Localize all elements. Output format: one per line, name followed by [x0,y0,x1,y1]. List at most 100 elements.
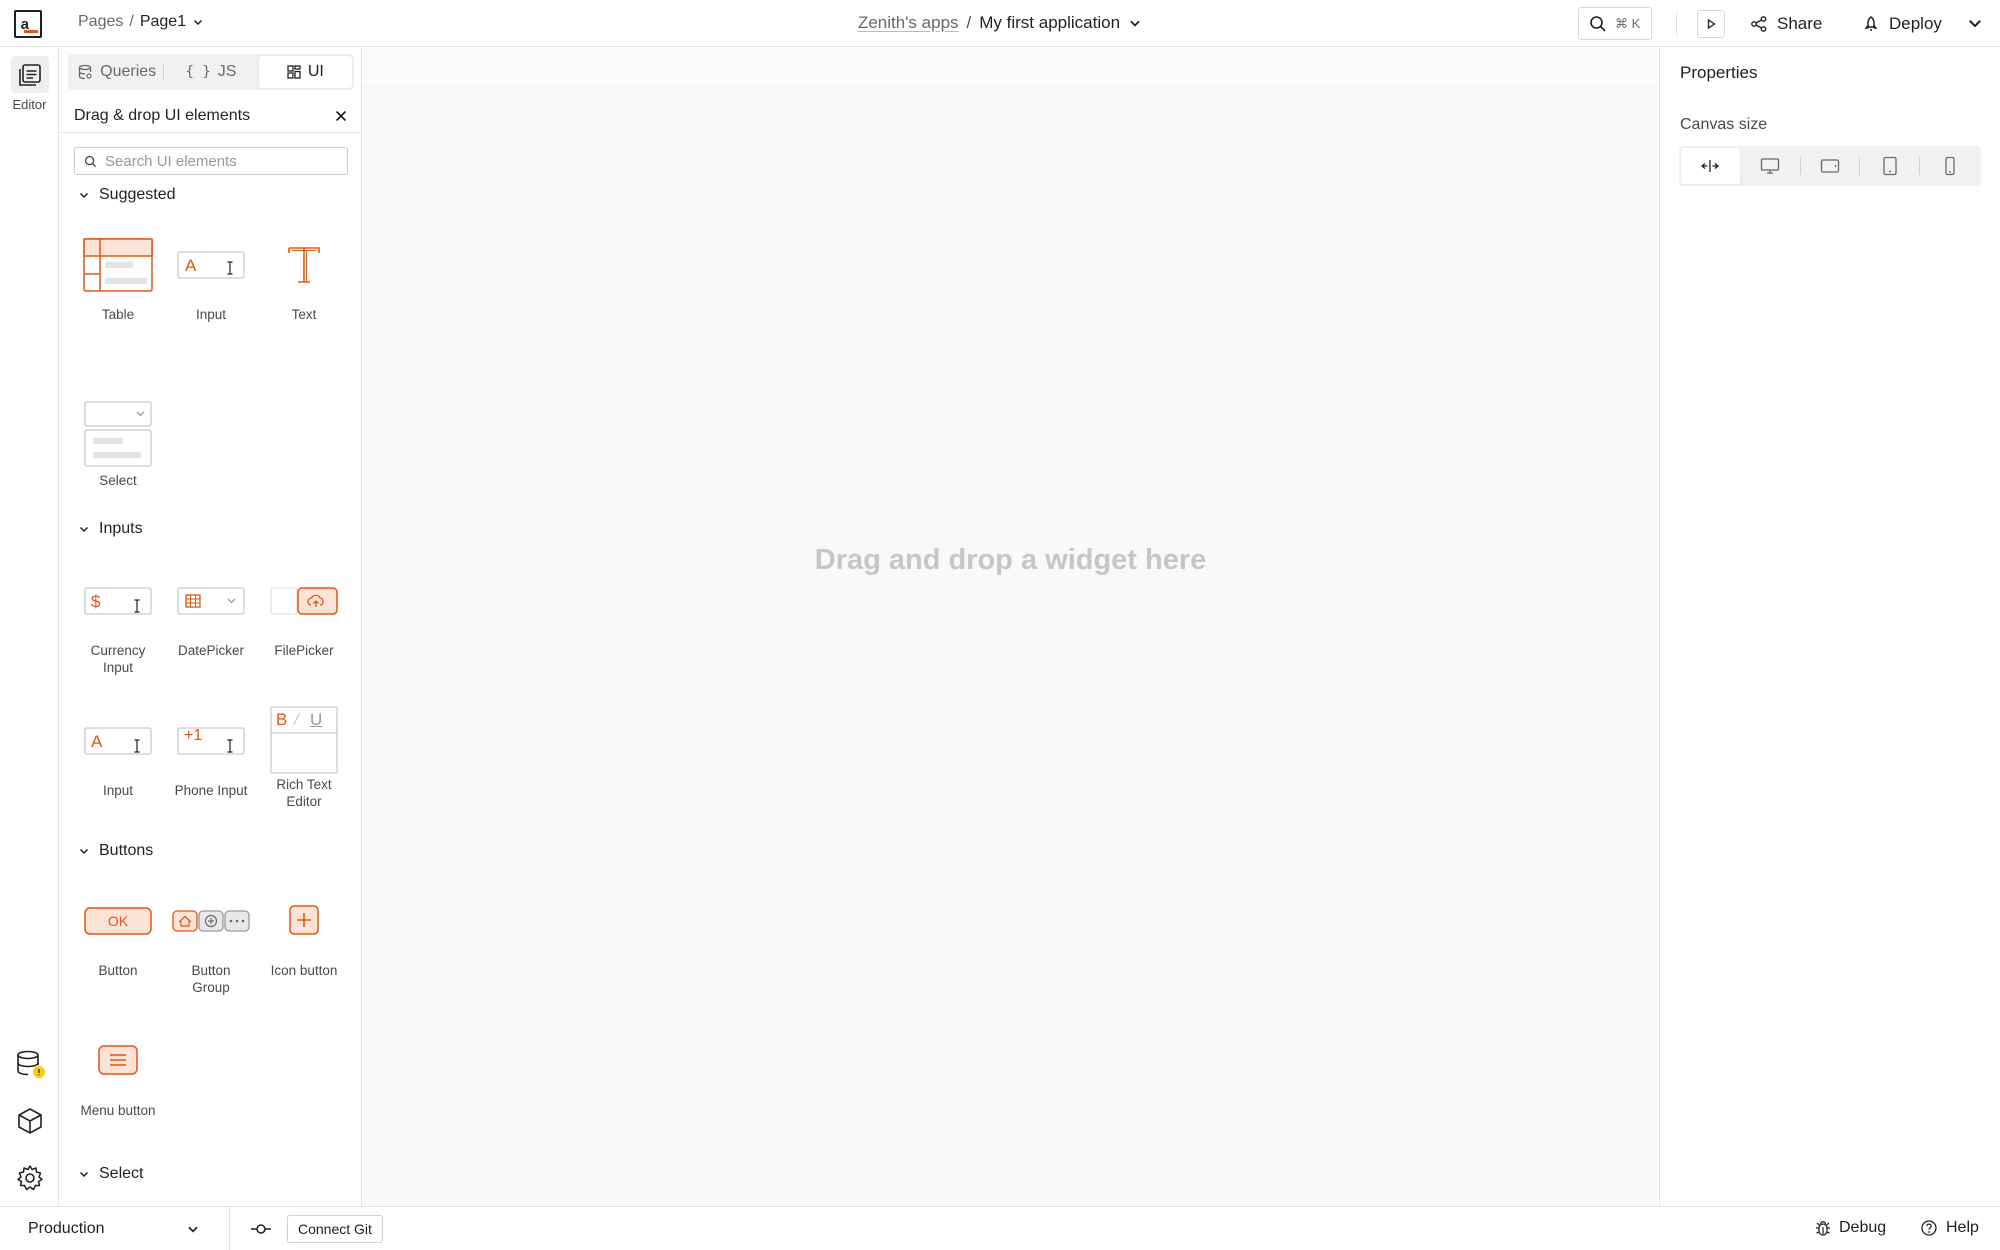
widget-rich-text-editor[interactable]: B / U Rich Text Editor [258,706,350,810]
size-option-tablet-landscape[interactable] [1801,148,1860,184]
package-icon [18,1108,42,1134]
bottom-bar: Production Connect Git Debug Help [0,1206,2000,1250]
share-label: Share [1777,14,1823,33]
tab-ui[interactable]: UI [258,56,352,88]
section-suggested[interactable]: Suggested [78,186,176,204]
widget-select[interactable]: Select [72,388,164,489]
canvas-area[interactable] [363,48,1658,1206]
widget-label: FilePicker [274,643,334,658]
table-widget-icon [83,238,153,292]
share-icon [1751,16,1767,32]
widget-input-2[interactable]: A Input [72,706,164,799]
close-icon[interactable] [334,109,348,123]
debug-label: Debug [1839,1219,1887,1236]
widget-datepicker[interactable]: DatePicker [165,566,257,659]
svg-text:A: A [91,732,103,751]
widget-table[interactable]: Table [72,230,164,323]
widget-panel: Queries { } JS UI Drag & drop UI element… [60,48,362,1206]
widget-text[interactable]: Text [258,230,350,323]
preview-button[interactable] [1697,10,1725,38]
tab-queries[interactable]: Queries [70,56,163,88]
widget-menu-button[interactable]: Menu button [72,1026,164,1119]
widget-icon-button[interactable]: Icon button [258,886,350,979]
editor-nav-button[interactable]: Editor [6,56,53,112]
database-warning-icon [17,1050,45,1078]
select-thumbnail [72,388,164,472]
help-button[interactable]: Help [1920,1219,1979,1237]
share-button[interactable]: Share [1750,12,1822,36]
grid-icon [287,65,301,79]
deploy-button[interactable]: Deploy [1862,12,1942,36]
properties-pane: Properties Canvas size [1659,48,2000,1206]
phone-thumb-text: +1 [184,727,203,744]
select-widget-icon [84,401,152,467]
size-option-fluid[interactable] [1681,148,1740,184]
currency-thumbnail: $ [72,566,164,636]
widget-label: Icon button [270,963,338,978]
datasources-nav-button[interactable] [14,1048,46,1080]
chevron-down-icon[interactable] [1966,14,1984,32]
deploy-label: Deploy [1889,14,1942,33]
widget-label: Select [99,473,137,488]
button-group-widget-icon [172,910,250,932]
environment-select[interactable]: Production [28,1218,200,1240]
widget-label: Phone Input [174,783,248,798]
rte-bold: B [276,710,288,729]
currency-widget-icon: $ [84,587,152,615]
input-widget-icon: A [177,251,245,279]
section-suggested-title: Suggested [99,186,176,203]
button-thumb-text: OK [107,913,129,929]
button-group-thumbnail [165,886,257,956]
help-label: Help [1946,1219,1979,1236]
chevron-down-icon [79,1171,89,1178]
fluid-width-icon [1701,160,1720,172]
database-icon [78,64,92,80]
panel-divider [60,132,361,133]
section-buttons[interactable]: Buttons [78,842,153,860]
chevron-down-icon [79,526,89,533]
section-inputs-title: Inputs [99,520,143,537]
tab-js[interactable]: { } JS [164,56,257,88]
chevron-down-icon[interactable] [1128,16,1142,30]
section-inputs[interactable]: Inputs [78,520,143,538]
debug-button[interactable]: Debug [1815,1219,1886,1237]
size-option-mobile[interactable] [1920,148,1979,184]
help-circle-icon [1921,1220,1937,1236]
settings-nav-button[interactable] [14,1162,46,1194]
widget-filepicker[interactable]: FilePicker [258,566,350,659]
mobile-icon [1944,156,1955,176]
widget-search-field[interactable] [74,147,348,175]
tab-queries-label: Queries [100,63,157,80]
widget-label: Button [98,963,138,978]
widget-input[interactable]: A Input [165,230,257,323]
size-option-tablet-portrait[interactable] [1860,148,1919,184]
rte-italic: / [294,710,299,729]
tab-ui-label: UI [307,63,324,80]
canvas-header-strip [363,48,1658,87]
filepicker-thumbnail [258,566,350,636]
widget-label: Input [195,307,227,322]
tablet-portrait-icon [1883,156,1897,176]
connect-git-button[interactable]: Connect Git [287,1215,383,1243]
widget-currency-input[interactable]: $ Currency Input [72,566,164,676]
omnibar-search-button[interactable]: ⌘ K [1578,7,1652,40]
datepicker-thumbnail [165,566,257,636]
widget-search-input[interactable] [105,152,325,170]
workspace-link[interactable]: Zenith's apps [858,13,959,33]
tablet-landscape-icon [1820,159,1840,173]
widget-phone-input[interactable]: +1 Phone Input [165,706,257,799]
app-name-button[interactable]: My first application [979,13,1120,33]
rte-thumbnail: B / U [258,706,350,776]
widget-button-group[interactable]: Button Group [165,886,257,996]
plus-icon [289,905,319,935]
section-select[interactable]: Select [78,1165,143,1183]
search-icon [84,155,97,167]
bug-icon [1816,1221,1830,1236]
title-separator: / [966,13,972,32]
widget-label: Currency Input [90,643,146,675]
libraries-nav-button[interactable] [14,1105,46,1137]
widget-button[interactable]: OK Button [72,886,164,979]
editor-tabs: Queries { } JS UI [68,54,354,90]
widget-label: Button Group [191,963,231,995]
size-option-desktop[interactable] [1741,148,1800,184]
